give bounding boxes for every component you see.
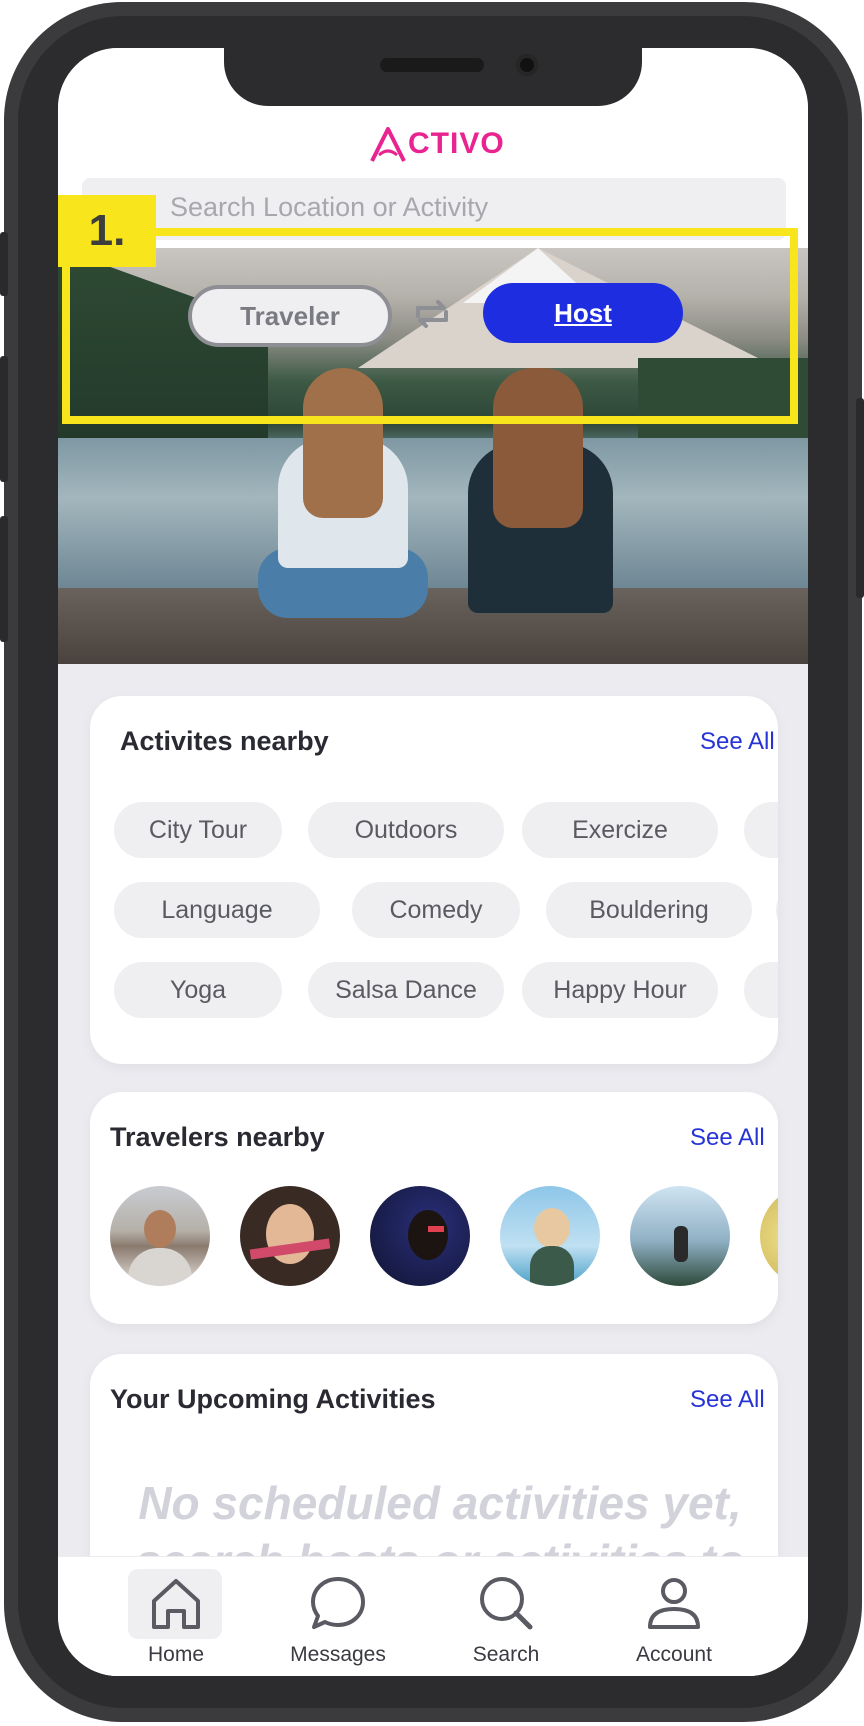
traveler-avatar[interactable] (110, 1186, 210, 1286)
bottom-nav: Home Messages Search Account (58, 1556, 808, 1676)
message-bubble-icon (311, 1577, 365, 1629)
home-icon (152, 1579, 200, 1629)
activity-chip[interactable]: Yoga (114, 962, 282, 1018)
search-placeholder: Search Location or Activity (170, 192, 489, 222)
card-title: Travelers nearby (110, 1122, 325, 1152)
annotation-label: 1. (58, 195, 156, 267)
traveler-avatar-partial[interactable] (760, 1186, 778, 1286)
speaker (380, 58, 484, 72)
app-name: CTIVO (408, 127, 505, 160)
lake (58, 438, 808, 588)
hero-image: Traveler Host (58, 248, 808, 664)
traveler-avatar[interactable] (240, 1186, 340, 1286)
person (453, 368, 628, 638)
user-icon (648, 1578, 700, 1629)
activity-chip-partial[interactable] (776, 882, 778, 938)
activities-card: Activites nearby See All City Tour Outdo… (90, 696, 778, 1064)
see-all-link[interactable]: See All (690, 1386, 765, 1414)
search-input[interactable]: Search Location or Activity (82, 178, 786, 240)
mode-toggle: Traveler Host (58, 248, 808, 388)
front-camera (516, 54, 538, 76)
card-title: Activites nearby (120, 726, 329, 756)
activity-chip-partial[interactable] (744, 962, 778, 1018)
side-button (0, 356, 8, 482)
travelers-card: Travelers nearby See All (90, 1092, 778, 1324)
traveler-toggle-button[interactable]: Traveler (188, 285, 392, 347)
activity-chip[interactable]: Bouldering (546, 882, 752, 938)
activo-logo-icon (370, 127, 406, 162)
nav-home[interactable]: Home (106, 1557, 246, 1676)
nav-label: Search (472, 1643, 540, 1666)
activity-chip[interactable]: Salsa Dance (308, 962, 504, 1018)
activity-chip-partial[interactable] (744, 802, 778, 858)
activity-chip[interactable]: City Tour (114, 802, 282, 858)
traveler-avatar[interactable] (630, 1186, 730, 1286)
side-button (856, 398, 864, 598)
activity-chip[interactable]: Language (114, 882, 320, 938)
nav-label: Home (147, 1643, 205, 1666)
nav-search[interactable]: Search (436, 1557, 576, 1676)
nav-messages[interactable]: Messages (268, 1557, 408, 1676)
see-all-link[interactable]: See All (700, 728, 775, 756)
swap-icon[interactable] (408, 290, 456, 338)
nav-account[interactable]: Account (604, 1557, 744, 1676)
activity-chip[interactable]: Happy Hour (522, 962, 718, 1018)
app-logo: CTIVO (368, 124, 505, 164)
activity-chip[interactable]: Outdoors (308, 802, 504, 858)
traveler-avatar[interactable] (370, 1186, 470, 1286)
see-all-link[interactable]: See All (690, 1124, 765, 1152)
card-title: Your Upcoming Activities (110, 1384, 436, 1414)
nav-label: Account (636, 1643, 712, 1666)
activity-chip[interactable]: Comedy (352, 882, 520, 938)
activity-chip[interactable]: Exercize (522, 802, 718, 858)
host-toggle-button[interactable]: Host (483, 283, 683, 343)
traveler-avatar[interactable] (500, 1186, 600, 1286)
notch (224, 48, 642, 106)
side-button (0, 232, 8, 296)
nav-label: Messages (290, 1643, 386, 1666)
app-screen: CTIVO Search Location or Activity Travel… (58, 48, 808, 1676)
rocks (58, 588, 808, 664)
side-button (0, 516, 8, 642)
search-icon (480, 1577, 533, 1630)
person (258, 368, 428, 638)
